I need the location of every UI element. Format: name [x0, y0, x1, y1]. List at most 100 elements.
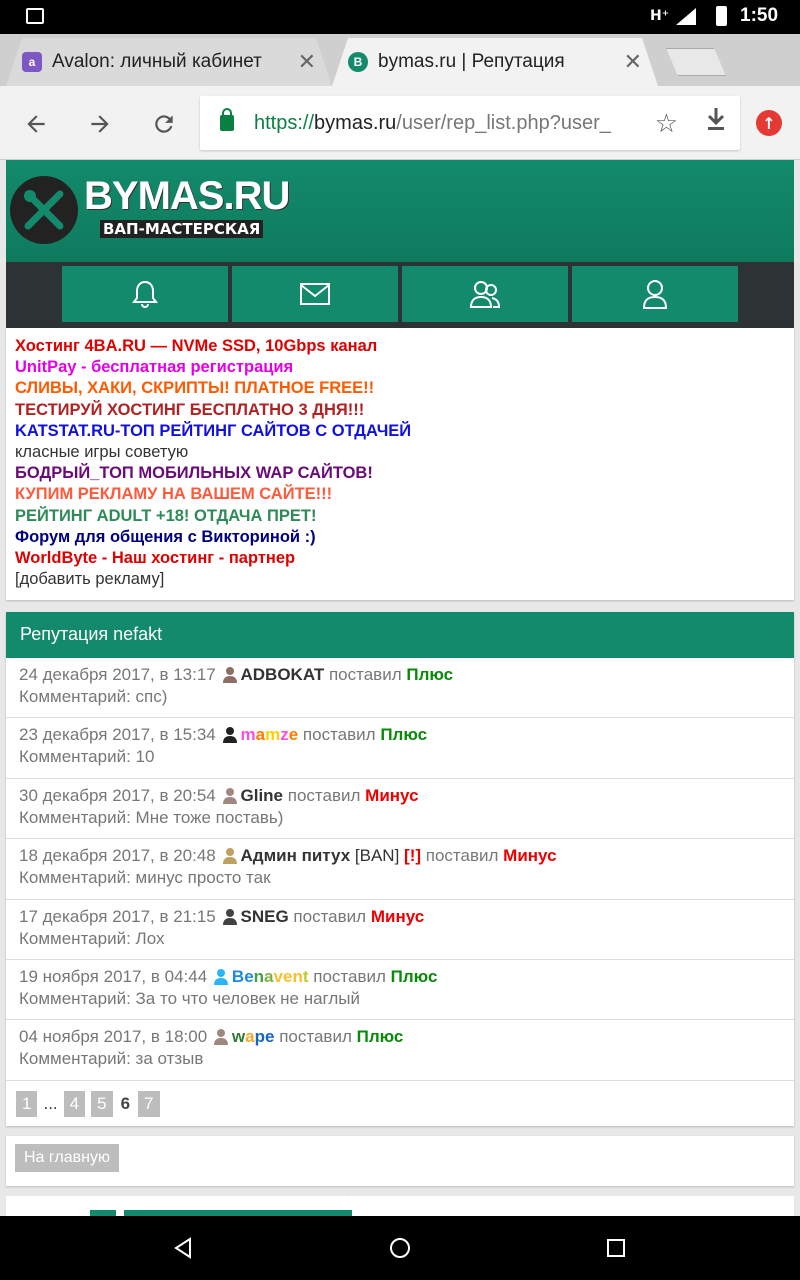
entry-comment: Мне тоже поставь): [135, 807, 284, 827]
ad-link[interactable]: СЛИВЫ, ХАКИ, СКРИПТЫ! ПЛАТНОЕ FREE!!: [15, 378, 785, 399]
page-link[interactable]: 1: [16, 1090, 38, 1117]
entry-date: 24 декабря 2017, в 13:17: [19, 665, 216, 684]
entry-user[interactable]: ADBOKAT: [241, 665, 325, 684]
home-button[interactable]: На главную: [15, 1144, 119, 1172]
entry-user[interactable]: Админ питух: [241, 846, 351, 865]
reputation-entry: 24 декабря 2017, в 13:17 ADBOKAT постави…: [6, 658, 794, 719]
avatar-icon: [222, 848, 237, 865]
envelope-icon: [300, 283, 330, 305]
notifications-button[interactable]: [62, 266, 228, 322]
reload-icon: [155, 115, 173, 133]
new-tab-button[interactable]: [666, 48, 726, 76]
footer-box: [6, 1196, 794, 1216]
update-icon[interactable]: ↑: [756, 110, 782, 136]
comment-label: Комментарий:: [19, 868, 131, 888]
entry-comment: Лох: [135, 928, 165, 948]
entry-user[interactable]: SNEG: [241, 907, 289, 926]
tab-strip: a Avalon: личный кабинет ✕ B bymas.ru | …: [0, 34, 800, 86]
entry-date: 17 декабря 2017, в 21:15: [19, 906, 216, 926]
entry-date: 23 декабря 2017, в 15:34: [19, 725, 216, 745]
back-triangle-icon[interactable]: [172, 1236, 196, 1260]
tab-bymas[interactable]: B bymas.ru | Репутация ✕: [332, 38, 658, 86]
avatar-icon: [213, 968, 228, 985]
page-link[interactable]: 7: [138, 1090, 160, 1117]
forward-button[interactable]: [80, 104, 120, 144]
comment-label: Комментарий:: [19, 988, 131, 1008]
site-nav: [6, 262, 794, 328]
download-icon[interactable]: [704, 106, 728, 139]
entry-vote: Минус: [503, 846, 557, 866]
reputation-entry: 30 декабря 2017, в 20:54 Gline поставил …: [6, 779, 794, 840]
url-host: bymas.ru: [314, 111, 397, 134]
bell-icon: [132, 280, 158, 308]
current-page: 6: [120, 1093, 131, 1113]
messages-button[interactable]: [232, 266, 398, 322]
entry-vote: Минус: [365, 785, 419, 805]
recents-square-icon[interactable]: [604, 1236, 628, 1260]
avalon-favicon-icon: a: [22, 52, 42, 72]
ad-link[interactable]: класные игры советую: [15, 442, 785, 463]
ad-link[interactable]: [добавить рекламу]: [15, 569, 785, 590]
avatar-icon: [222, 787, 237, 804]
reputation-panel: Репутация nefakt 24 декабря 2017, в 13:1…: [6, 612, 794, 1126]
pagination-ellipsis: ...: [43, 1093, 58, 1113]
ad-link[interactable]: KATSTAT.RU-ТОП РЕЙТИНГ САЙТОВ С ОТДАЧЕЙ: [15, 421, 785, 442]
ad-link[interactable]: Форум для общения с Викториной :): [15, 527, 785, 548]
entry-comment: спс): [135, 687, 168, 706]
comment-label: Комментарий:: [19, 687, 131, 706]
ban-mark[interactable]: [!]: [404, 846, 421, 865]
entry-user[interactable]: wape: [232, 1027, 275, 1046]
entry-vote: Плюс: [390, 966, 438, 986]
tab-avalon[interactable]: a Avalon: личный кабинет ✕: [6, 38, 332, 86]
reputation-entry: 04 ноября 2017, в 18:00 wape поставил Пл…: [6, 1020, 794, 1081]
ad-link[interactable]: UnitPay - бесплатная регистрация: [15, 357, 785, 378]
site-logo[interactable]: BYMAS.RU: [84, 174, 290, 219]
close-tab-icon[interactable]: ✕: [624, 49, 642, 75]
comment-label: Комментарий:: [19, 747, 131, 767]
status-bar: H⁺ 1:50: [0, 0, 800, 34]
arrow-right-icon: [91, 115, 109, 133]
entry-vote: Минус: [370, 906, 425, 926]
network-type: H⁺: [650, 8, 670, 24]
reload-button[interactable]: [144, 104, 184, 144]
entry-action: поставил: [279, 1027, 352, 1047]
signal-icon: [676, 8, 696, 25]
ad-link[interactable]: РЕЙТИНГ ADULT +18! ОТДАЧА ПРЕТ!: [15, 506, 785, 527]
reputation-entry: 18 декабря 2017, в 20:48 Админ питух [BA…: [6, 839, 794, 900]
ad-link[interactable]: ТЕСТИРУЙ ХОСТИНГ БЕСПЛАТНО 3 ДНЯ!!!: [15, 400, 785, 421]
ad-link[interactable]: БОДРЫЙ_ТОП МОБИЛЬНЫХ WAP САЙТОВ!: [15, 463, 785, 484]
entry-date: 04 ноября 2017, в 18:00: [19, 1027, 208, 1047]
entry-user[interactable]: Gline: [241, 786, 284, 805]
site-header: BYMAS.RU ВАП-МАСТЕРСКАЯ: [6, 160, 794, 262]
entry-date: 18 декабря 2017, в 20:48: [19, 846, 216, 866]
lock-icon: [220, 108, 234, 131]
reputation-entry: 23 декабря 2017, в 15:34 mamze поставил …: [6, 718, 794, 779]
address-bar[interactable]: https://bymas.ru/user/rep_list.php?user_…: [200, 96, 740, 150]
profile-button[interactable]: [572, 266, 738, 322]
url-scheme: https://: [254, 111, 315, 134]
status-time: 1:50: [740, 5, 779, 26]
bymas-favicon-icon: B: [348, 52, 368, 72]
image-notification-icon: [26, 8, 44, 24]
avatar-icon: [213, 1029, 228, 1046]
page-link[interactable]: 5: [91, 1090, 113, 1117]
back-button[interactable]: [16, 104, 56, 144]
close-tab-icon[interactable]: ✕: [298, 49, 316, 75]
ad-link[interactable]: Хостинг 4BA.RU — NVMe SSD, 10Gbps канал: [15, 336, 785, 357]
reputation-title: Репутация nefakt: [6, 612, 794, 658]
ad-link[interactable]: КУПИМ РЕКЛАМУ НА ВАШЕМ САЙТЕ!!!: [15, 484, 785, 505]
reputation-entry: 19 ноября 2017, в 04:44 Benavent постави…: [6, 960, 794, 1021]
page-link[interactable]: 4: [63, 1090, 86, 1117]
ban-tag: [BAN]: [354, 846, 400, 866]
home-circle-icon[interactable]: [388, 1236, 412, 1260]
ad-link[interactable]: WorldByte - Наш хостинг - партнер: [15, 548, 785, 569]
entry-user[interactable]: Benavent: [232, 967, 309, 986]
bookmark-star-icon[interactable]: ☆: [655, 108, 678, 139]
pagination: 1 ... 4 5 6 7: [6, 1081, 794, 1127]
browser-toolbar: https://bymas.ru/user/rep_list.php?user_…: [0, 86, 800, 160]
entry-user[interactable]: mamze: [241, 725, 299, 744]
tab-title: bymas.ru | Репутация: [378, 51, 565, 72]
home-box: На главную: [6, 1136, 794, 1186]
friends-button[interactable]: [402, 266, 568, 322]
entry-comment: 10: [135, 747, 155, 767]
